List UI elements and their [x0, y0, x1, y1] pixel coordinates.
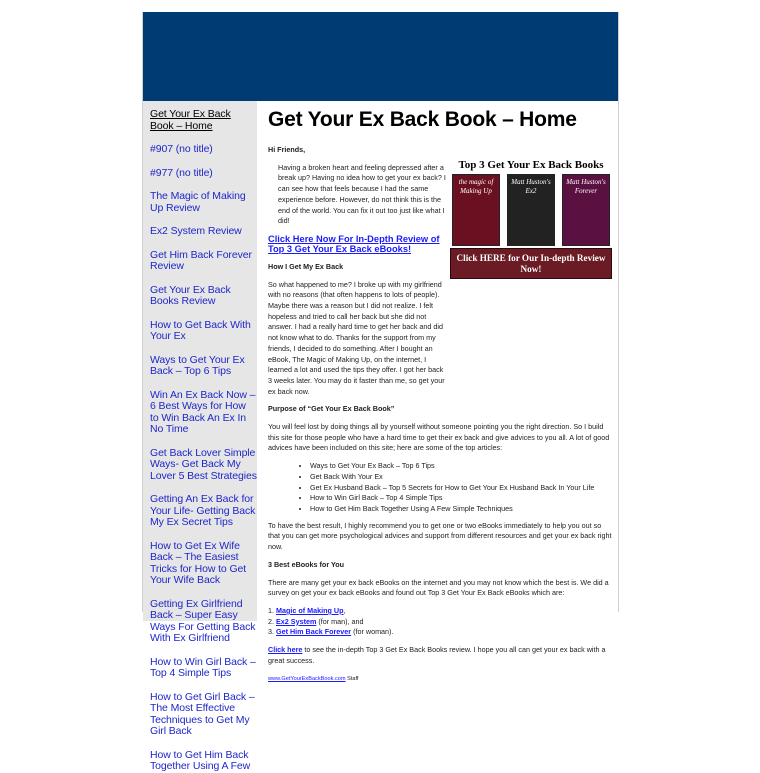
ebook-list: 1. Magic of Making Up, 2. Ex2 System (fo… [268, 606, 613, 638]
greeting: Hi Friends, [268, 145, 306, 154]
ebook-link-magic[interactable]: Magic of Making Up [276, 606, 344, 615]
ebook-ad-banner[interactable]: Top 3 Get Your Ex Back Books the magic o… [450, 160, 612, 290]
ad-book-covers: the magic of Making Up Matt Huston's Ex2… [450, 173, 612, 246]
site-link[interactable]: www.GetYourExBackBook.com [268, 676, 346, 682]
review-cta-link[interactable]: Click Here Now For In-Depth Review of To… [268, 234, 448, 255]
top-articles-list: Ways to Get Your Ex Back – Top 6 Tips Ge… [268, 461, 613, 515]
ebook-link-ex2[interactable]: Ex2 System [276, 617, 316, 626]
sidebar-item-books-review[interactable]: Get Your Ex Back Books Review [150, 284, 257, 308]
ebook-num: 1. [268, 605, 274, 615]
list-item: Get Ex Husband Back – Top 5 Secrets for … [310, 483, 613, 494]
sidebar-item-home[interactable]: Get Your Ex Back Book – Home [150, 108, 257, 132]
footer-signature: www.GetYourExBackBook.com Staff [268, 673, 613, 685]
page-frame: Get Your Ex Back Book – Home #907 (no ti… [142, 12, 619, 772]
sidebar-item-magic-review[interactable]: The Magic of Making Up Review [150, 190, 257, 214]
ebook-num: 3. [268, 627, 274, 637]
ebook-link-forever[interactable]: Get Him Back Forever [276, 627, 351, 636]
ebook-item: 2. Ex2 System (for man), and [268, 617, 613, 628]
click-here-link[interactable]: Click here [268, 645, 302, 654]
sidebar-item-get-girl-back[interactable]: How to Get Girl Back – The Most Effectiv… [150, 691, 257, 738]
header-banner [143, 12, 618, 101]
how-text: So what happened to me? I broke up with … [268, 280, 613, 398]
sidebar-item-win-girl-back[interactable]: How to Win Girl Back – Top 4 Simple Tips [150, 656, 257, 680]
ebook-item: 1. Magic of Making Up, [268, 606, 613, 617]
closing-rest: to see the in-depth Top 3 Get Ex Back Bo… [268, 645, 606, 665]
list-item: How to Win Girl Back – Top 4 Simple Tips [310, 493, 613, 504]
sidebar-item-ex-wife[interactable]: How to Get Ex Wife Back – The Easiest Tr… [150, 540, 257, 587]
ebook-num: 2. [268, 616, 274, 626]
sidebar-item-get-back-lover[interactable]: Get Back Lover Simple Ways- Get Back My … [150, 447, 257, 483]
sidebar-nav: Get Your Ex Back Book – Home #907 (no ti… [143, 101, 257, 772]
result-text: To have the best result, I highly recomm… [268, 520, 612, 552]
book-cover-ex2: Matt Huston's Ex2 [507, 173, 555, 246]
ebook-note: , [343, 605, 346, 615]
how-text-body: So what happened to me? I broke up with … [268, 279, 445, 396]
intro-text: Having a broken heart and feeling depres… [278, 162, 446, 226]
sidebar-item-ex2-review[interactable]: Ex2 System Review [150, 225, 257, 238]
sidebar-item-get-him-back[interactable]: How to Get Him Back Together Using A Few [150, 749, 257, 773]
main-content: Get Your Ex Back Book – Home Top 3 Get Y… [268, 108, 613, 692]
ad-title: Top 3 Get Your Ex Back Books [458, 159, 604, 171]
ebook-item: 3. Get Him Back Forever (for woman). [268, 627, 613, 638]
best-text: There are many get your ex back eBooks o… [268, 577, 609, 598]
sidebar-item-907[interactable]: #907 (no title) [150, 143, 257, 156]
ebook-note: (for woman). [351, 627, 394, 637]
list-item: Ways to Get Your Ex Back – Top 6 Tips [310, 461, 613, 472]
list-item: How to Get Him Back Together Using A Few… [310, 504, 613, 515]
purpose-text: You will feel lost by doing things all b… [268, 422, 610, 453]
sidebar-item-get-back-with-ex[interactable]: How to Get Back With Your Ex [150, 319, 257, 343]
closing-text: Click here to see the in-depth Top 3 Get… [268, 645, 613, 666]
best-heading: 3 Best eBooks for You [268, 559, 345, 569]
sidebar-item-ex-girlfriend[interactable]: Getting Ex Girlfriend Back – Super Easy … [150, 598, 257, 645]
book-cover-magic: the magic of Making Up [452, 173, 500, 246]
ebook-note: (for man), and [316, 616, 364, 626]
book-cover-forever: Matt Huston's Forever [562, 173, 610, 246]
sidebar-item-win-ex-back[interactable]: Win An Ex Back Now – 6 Best Ways for How… [150, 389, 257, 436]
page-title: Get Your Ex Back Book – Home [268, 108, 577, 131]
ad-review-button[interactable]: Click HERE for Our In-depth Review Now! [450, 247, 612, 279]
list-item: Get Back With Your Ex [310, 472, 613, 483]
purpose-heading: Purpose of “Get Your Ex Back Book” [268, 404, 395, 414]
sidebar-item-forever-review[interactable]: Get Him Back Forever Review [150, 249, 257, 273]
sidebar-item-getting-ex-back[interactable]: Getting An Ex Back for Your Life- Gettin… [150, 493, 257, 529]
sidebar-item-ways-top6[interactable]: Ways to Get Your Ex Back – Top 6 Tips [150, 354, 257, 378]
sidebar-item-977[interactable]: #977 (no title) [150, 167, 257, 180]
staff-label: Staff [345, 676, 359, 683]
